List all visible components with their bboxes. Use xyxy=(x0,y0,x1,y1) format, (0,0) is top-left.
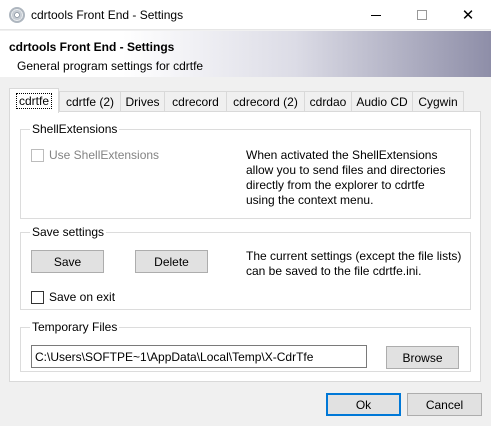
tab-cdrecord-2[interactable]: cdrecord (2) xyxy=(226,91,305,112)
window-title: cdrtools Front End - Settings xyxy=(31,8,184,22)
close-icon: ✕ xyxy=(461,6,475,24)
header-subtitle: General program settings for cdrtfe xyxy=(17,59,204,73)
header-title: cdrtools Front End - Settings xyxy=(9,40,175,54)
tab-panel-cdrtfe: ShellExtensions Use ShellExtensions When… xyxy=(9,111,481,382)
ok-button[interactable]: Ok xyxy=(326,393,401,416)
shell-extensions-group: ShellExtensions Use ShellExtensions When… xyxy=(20,122,471,219)
tab-cdrtfe-2[interactable]: cdrtfe (2) xyxy=(59,91,121,112)
title-bar[interactable]: cdrtools Front End - Settings ✕ xyxy=(0,0,491,30)
delete-button[interactable]: Delete xyxy=(135,250,208,273)
tab-cygwin[interactable]: Cygwin xyxy=(412,91,464,112)
cancel-button[interactable]: Cancel xyxy=(407,393,482,416)
browse-button[interactable]: Browse xyxy=(386,346,459,369)
dialog-header: cdrtools Front End - Settings General pr… xyxy=(0,31,491,77)
tab-drives[interactable]: Drives xyxy=(120,91,165,112)
save-settings-group: Save settings Save Delete The current se… xyxy=(20,225,471,310)
save-on-exit-checkbox[interactable] xyxy=(31,291,44,304)
close-button[interactable]: ✕ xyxy=(445,0,491,30)
save-settings-description: The current settings (except the file li… xyxy=(246,249,462,278)
save-on-exit-label: Save on exit xyxy=(49,290,116,304)
shell-extensions-label: ShellExtensions xyxy=(30,122,120,136)
cd-disc-icon xyxy=(9,7,25,23)
tab-audio-cd[interactable]: Audio CD xyxy=(351,91,413,112)
temp-path-input[interactable]: C:\Users\SOFTPE~1\AppData\Local\Temp\X-C… xyxy=(31,345,367,368)
temporary-files-group: Temporary Files C:\Users\SOFTPE~1\AppDat… xyxy=(20,320,471,372)
maximize-icon xyxy=(417,10,427,20)
use-shell-extensions-label: Use ShellExtensions xyxy=(49,148,160,162)
shell-extensions-description: When activated the ShellExtensions allow… xyxy=(246,148,446,207)
save-settings-label: Save settings xyxy=(30,225,107,239)
tab-cdrdao[interactable]: cdrdao xyxy=(304,91,352,112)
save-button[interactable]: Save xyxy=(31,250,104,273)
use-shell-extensions-checkbox[interactable] xyxy=(31,149,44,162)
tab-cdrtfe[interactable]: cdrtfe xyxy=(9,88,59,113)
maximize-button[interactable] xyxy=(399,0,445,30)
temporary-files-label: Temporary Files xyxy=(30,320,120,334)
tab-cdrecord[interactable]: cdrecord xyxy=(164,91,227,112)
minimize-icon xyxy=(371,14,381,16)
minimize-button[interactable] xyxy=(353,0,399,30)
